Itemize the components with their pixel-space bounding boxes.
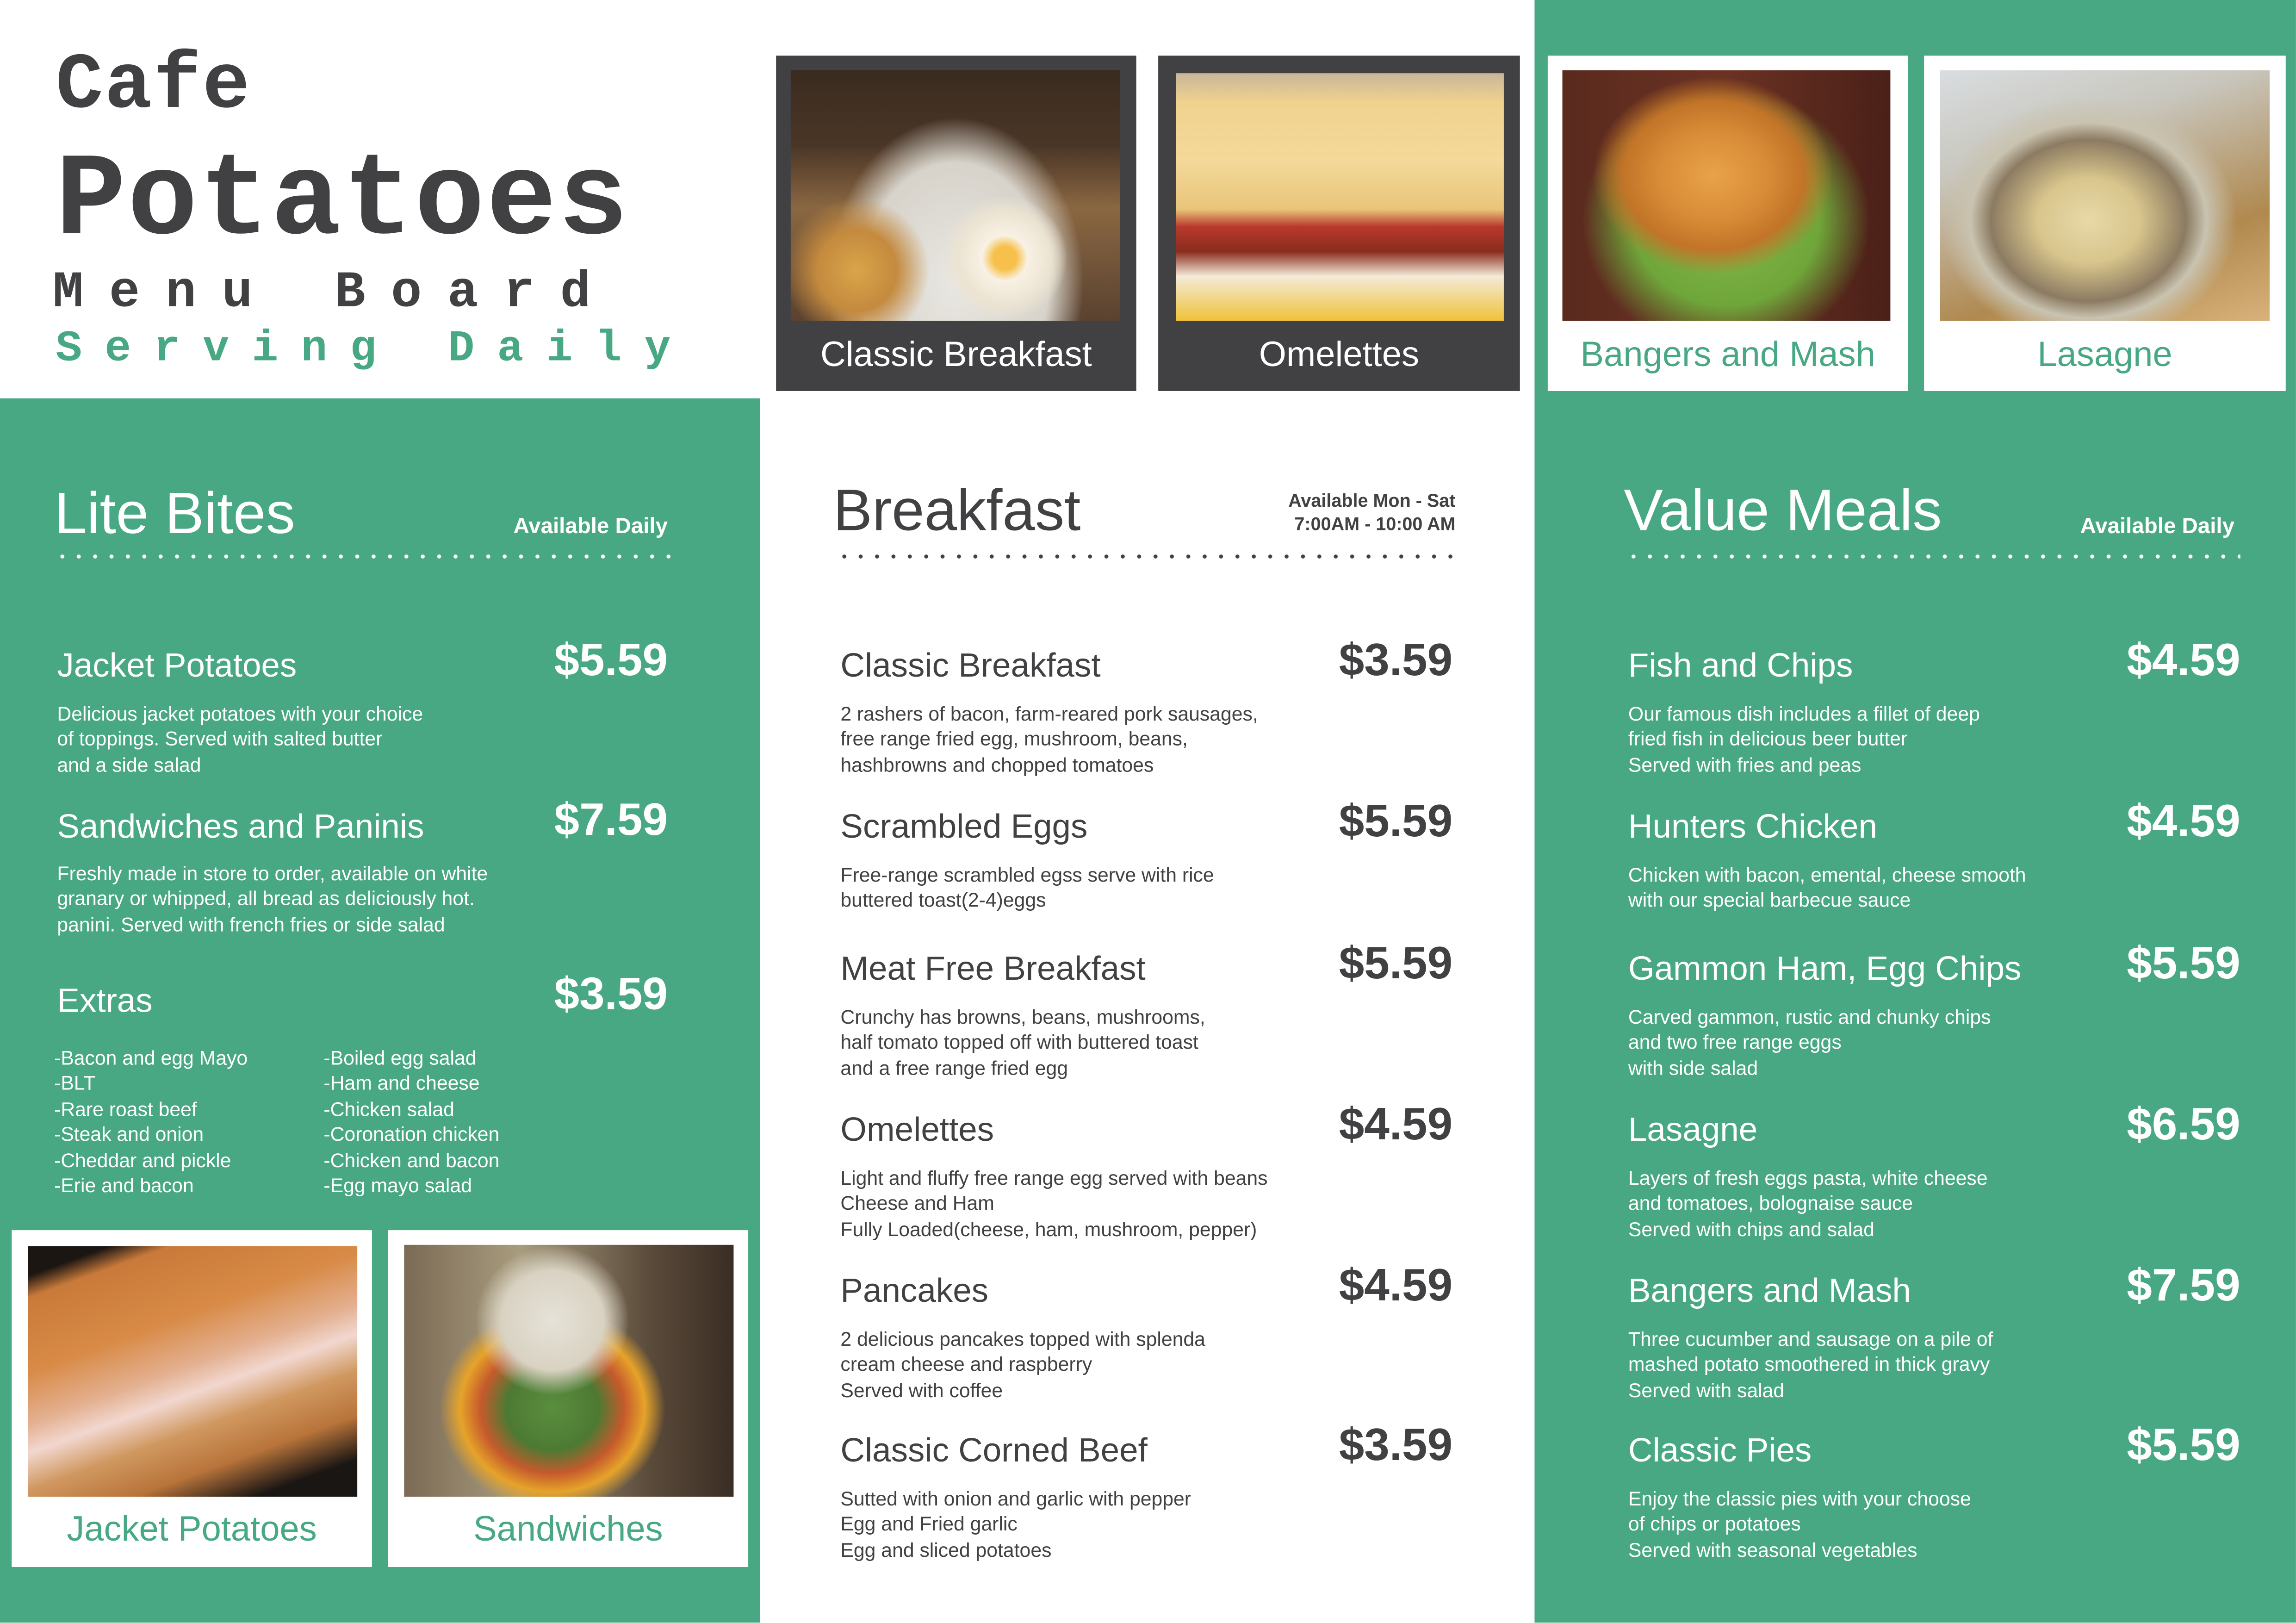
item-name: Jacket Potatoes xyxy=(57,646,297,684)
breakfast-days: Available Mon - Sat xyxy=(1288,491,1456,511)
item-name: Bangers and Mash xyxy=(1628,1271,1911,1310)
item-description: Three cucumber and sausage on a pile of … xyxy=(1628,1328,1993,1401)
item-name: Classic Pies xyxy=(1628,1430,1812,1469)
photo-card-label: Omelettes xyxy=(1259,335,1419,375)
value-meals-availability: Available Daily xyxy=(2080,514,2235,539)
item-price: $4.59 xyxy=(2127,795,2240,847)
item-price: $7.59 xyxy=(2127,1259,2240,1311)
lite-bites-divider xyxy=(54,553,671,560)
item-description: Layers of fresh eggs pasta, white cheese… xyxy=(1628,1167,1988,1240)
photo-card-label: Jacket Potatoes xyxy=(67,1510,317,1550)
item-name: Meat Free Breakfast xyxy=(840,949,1146,987)
photo-card-sandwiches: Sandwiches xyxy=(388,1230,749,1567)
item-description: Free-range scrambled egss serve with ric… xyxy=(840,864,1214,912)
item-name: Sandwiches and Paninis xyxy=(57,807,424,845)
extras-list-item: -Ham and cheese xyxy=(323,1072,480,1095)
item-price: $3.59 xyxy=(554,968,668,1020)
item-price: $5.59 xyxy=(554,634,668,685)
item-name: Scrambled Eggs xyxy=(840,807,1088,845)
title-potatoes: Potatoes xyxy=(56,136,630,270)
item-price: $4.59 xyxy=(1339,1098,1453,1150)
extras-list-item: -BLT xyxy=(54,1072,96,1095)
item-name: Omelettes xyxy=(840,1110,994,1148)
item-price: $4.59 xyxy=(1339,1259,1453,1311)
photo-card-jacket-potatoes: Jacket Potatoes xyxy=(12,1230,372,1567)
lite-bites-title: Lite Bites xyxy=(54,482,295,547)
item-price: $3.59 xyxy=(1339,634,1453,685)
item-price: $5.59 xyxy=(2127,1419,2240,1471)
photo-card-label: Classic Breakfast xyxy=(820,335,1092,375)
pasta-bowl-photo xyxy=(1940,70,2270,321)
extras-list-item: -Steak and onion xyxy=(54,1123,204,1146)
item-description: 2 delicious pancakes topped with splenda… xyxy=(840,1328,1205,1401)
bacon-biscuit-sandwich-photo xyxy=(1176,73,1504,321)
extras-list-item: -Bacon and egg Mayo xyxy=(54,1047,248,1070)
value-meals-divider xyxy=(1625,553,2240,560)
menu-board: Cafe Potatoes Menu Board Serving Daily L… xyxy=(0,0,2296,1623)
item-name: Lasagne xyxy=(1628,1110,1758,1148)
item-description: Sutted with onion and garlic with pepper… xyxy=(840,1488,1191,1561)
breakfast-hours: 7:00AM - 10:00 AM xyxy=(1294,514,1456,535)
extras-list-item: -Chicken salad xyxy=(323,1098,454,1120)
item-name: Extras xyxy=(57,981,153,1020)
photo-card-label: Sandwiches xyxy=(473,1510,663,1550)
photo-card-classic-breakfast: Classic Breakfast xyxy=(776,56,1136,391)
item-name: Pancakes xyxy=(840,1271,989,1310)
item-name: Gammon Ham, Egg Chips xyxy=(1628,949,2022,987)
lite-bites-availability: Available Daily xyxy=(513,514,668,539)
item-description: Light and fluffy free range egg served w… xyxy=(840,1167,1268,1240)
item-description: Crunchy has browns, beans, mushrooms, ha… xyxy=(840,1006,1205,1079)
breakfast-title: Breakfast xyxy=(833,479,1081,544)
extras-list-left: -Bacon and egg Mayo -BLT -Rare roast beef -… xyxy=(54,1045,248,1198)
item-description: 2 rashers of bacon, farm-reared pork sau… xyxy=(840,703,1258,776)
item-price: $5.59 xyxy=(1339,937,1453,989)
club-sandwich-photo xyxy=(404,1244,734,1497)
tagline-serving-daily: Serving Daily xyxy=(56,325,694,375)
breakfast-divider xyxy=(836,553,1456,560)
item-name: Classic Breakfast xyxy=(840,646,1101,684)
photo-card-lasagne: Lasagne xyxy=(1924,56,2286,391)
item-name: Classic Corned Beef xyxy=(840,1430,1148,1469)
photo-card-bangers-and-mash: Bangers and Mash xyxy=(1547,56,1908,391)
item-description: Our famous dish includes a fillet of dee… xyxy=(1628,703,1980,776)
item-price: $5.59 xyxy=(1339,795,1453,847)
fried-eggs-plate-photo xyxy=(790,70,1120,321)
item-description: Carved gammon, rustic and chunky chips a… xyxy=(1628,1006,1991,1079)
extras-list-item: -Boiled egg salad xyxy=(323,1047,477,1070)
item-price: $3.59 xyxy=(1339,1419,1453,1471)
ham-baguette-photo xyxy=(28,1246,358,1497)
extras-list-item: -Erie and bacon xyxy=(54,1175,194,1197)
item-price: $5.59 xyxy=(2127,937,2240,989)
photo-card-label: Lasagne xyxy=(2037,335,2172,375)
item-description: Freshly made in store to order, availabl… xyxy=(57,862,488,936)
breakfast-availability: Available Mon - Sat 7:00AM - 10:00 AM xyxy=(1201,489,1456,536)
extras-list-item: -Coronation chicken xyxy=(323,1123,500,1146)
title-cafe: Cafe xyxy=(56,42,252,132)
subtitle-menu-board: Menu Board xyxy=(52,263,617,323)
item-price: $6.59 xyxy=(2127,1098,2240,1150)
item-description: Delicious jacket potatoes with your choi… xyxy=(57,703,423,776)
item-price: $4.59 xyxy=(2127,634,2240,685)
photo-card-omelettes: Omelettes xyxy=(1158,56,1520,391)
extras-list-item: -Rare roast beef xyxy=(54,1098,197,1120)
item-description: Chicken with bacon, emental, cheese smoo… xyxy=(1628,864,2026,912)
item-name: Fish and Chips xyxy=(1628,646,1853,684)
item-description: Enjoy the classic pies with your choose … xyxy=(1628,1488,1971,1561)
value-meals-panel: Bangers and Mash Lasagne Value Meals Ava… xyxy=(1534,0,2296,1623)
value-meals-title: Value Meals xyxy=(1624,479,1942,544)
extras-list-item: -Egg mayo salad xyxy=(323,1175,472,1197)
extras-list-item: -Cheddar and pickle xyxy=(54,1149,231,1171)
sesame-burger-photo xyxy=(1562,70,1891,321)
photo-card-label: Bangers and Mash xyxy=(1580,335,1875,375)
extras-list-right: -Boiled egg salad -Ham and cheese -Chicken… xyxy=(323,1045,499,1198)
extras-list-item: -Chicken and bacon xyxy=(323,1149,500,1171)
item-name: Hunters Chicken xyxy=(1628,807,1877,845)
item-price: $7.59 xyxy=(554,794,668,845)
